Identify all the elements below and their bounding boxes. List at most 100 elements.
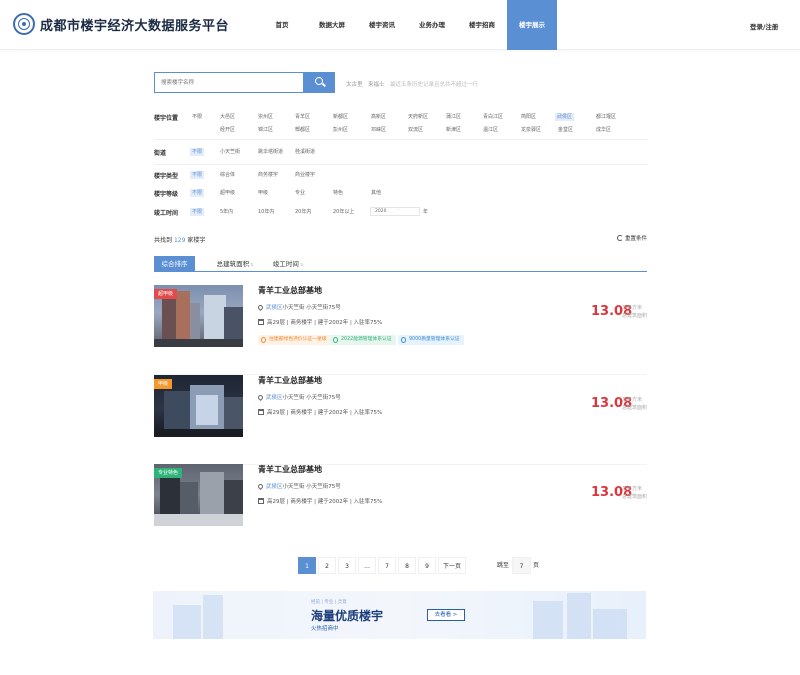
filter-option[interactable]: 小天竺街: [218, 148, 242, 156]
filter-option[interactable]: 其他: [369, 189, 383, 197]
grade-badge: 超甲级: [154, 289, 178, 299]
banner-cta-button[interactable]: 去看看 >: [427, 609, 465, 621]
hot-word[interactable]: 太古里: [346, 80, 363, 88]
filter-option[interactable]: 邛崃区: [369, 126, 388, 134]
jump-page-input[interactable]: 7: [512, 557, 531, 574]
building-address-text: 小天竺街 小天竺街75号: [282, 395, 341, 401]
search-input[interactable]: [155, 73, 304, 92]
next-page-button[interactable]: 下一页: [438, 557, 466, 574]
filter-option[interactable]: 天府新区: [406, 113, 430, 121]
filter-option[interactable]: 崇州区: [256, 113, 275, 121]
filter-option[interactable]: 青羊区: [293, 113, 312, 121]
building-icon: [258, 409, 264, 415]
building-card[interactable]: 超甲级 青羊工业总部基地 武侯区小天竺街 小天竺街75号 高29层 | 商务楼宇…: [154, 285, 647, 375]
filter-option[interactable]: 10年内: [256, 208, 276, 216]
search-history-hint: 最近五条历史记录且总共不超过一行: [390, 82, 479, 88]
building-photo[interactable]: 甲级: [154, 375, 243, 437]
filter-option-selected[interactable]: 不限: [190, 189, 205, 197]
nav-business[interactable]: 业务办理: [407, 0, 457, 50]
nav-home[interactable]: 首页: [257, 0, 307, 50]
filter-option[interactable]: 经开区: [218, 126, 237, 134]
filter-option[interactable]: 5年内: [218, 208, 235, 216]
page-button[interactable]: 7: [378, 557, 396, 574]
nav-investment[interactable]: 楼宇招商: [457, 0, 507, 50]
filter-option[interactable]: 特色: [331, 189, 345, 197]
sort-tab-default[interactable]: 综合排序: [154, 256, 195, 272]
page-button[interactable]: 3: [338, 557, 356, 574]
page-button-active[interactable]: 1: [298, 557, 316, 574]
filter-option[interactable]: 新都区: [331, 113, 350, 121]
filter-option-selected[interactable]: 不限: [190, 208, 205, 216]
filter-option[interactable]: 商务楼宇: [256, 171, 280, 179]
nav-news[interactable]: 楼宇资讯: [357, 0, 407, 50]
sort-tab-label: 总建筑面积: [216, 260, 250, 268]
filter-option[interactable]: 彭州区: [331, 126, 350, 134]
filter-option[interactable]: 综合体: [218, 171, 237, 179]
building-area-unit: 万平方米 总建筑面积: [622, 304, 647, 320]
filter-option[interactable]: 龙泉驿区: [519, 126, 543, 134]
filter-label-completion: 竣工时间: [154, 210, 179, 217]
location-pin-icon: [256, 393, 265, 402]
filter-option[interactable]: 不限: [190, 113, 204, 121]
filter-option[interactable]: 大邑区: [218, 113, 237, 121]
filter-option[interactable]: 金堂区: [556, 126, 575, 134]
filter-option[interactable]: 双流区: [406, 126, 425, 134]
filter-option[interactable]: 青白江区: [481, 113, 505, 121]
nav-data-screen[interactable]: 数据大屏: [307, 0, 357, 50]
building-area-unit-line: 万平方米: [622, 305, 643, 311]
search-button[interactable]: [303, 72, 335, 93]
filter-option-selected[interactable]: 不限: [190, 148, 205, 156]
reset-filters-button[interactable]: 重置条件: [617, 234, 647, 242]
filter-label-street: 街道: [154, 150, 167, 157]
sort-tab-area[interactable]: 总建筑面积⇅: [209, 256, 261, 272]
filter-option[interactable]: 成华区: [594, 126, 613, 134]
site-title[interactable]: 成都市楼宇经济大数据服务平台: [40, 15, 229, 34]
building-photo[interactable]: 专业特色: [154, 464, 243, 526]
main-nav: 首页 数据大屏 楼宇资讯 业务办理 楼宇招商 楼宇展示: [257, 0, 557, 50]
refresh-icon: [617, 235, 623, 241]
filter-option[interactable]: 简阳区: [519, 113, 538, 121]
nav-building-showcase[interactable]: 楼宇展示: [507, 0, 557, 50]
banner-tags: 经前 | 专业 | 灵意: [311, 600, 347, 605]
filter-option[interactable]: 桂溪街道: [293, 148, 317, 156]
filter-option-selected[interactable]: 武侯区: [555, 113, 575, 121]
building-card[interactable]: 甲级 青羊工业总部基地 武侯区小天竺街 小天竺街75号 高29层 | 商务楼宇 …: [154, 375, 647, 465]
result-count: 共找到 129 家楼宇: [154, 235, 205, 244]
filter-option[interactable]: 高新区: [369, 113, 388, 121]
filter-option[interactable]: 20年以上: [331, 208, 356, 216]
sort-tab-completion[interactable]: 竣工时间⇅: [268, 256, 308, 272]
filter-label-type: 楼宇类型: [154, 173, 179, 180]
building-card[interactable]: 专业特色 青羊工业总部基地 武侯区小天竺街 小天竺街75号 高29层 | 商务楼…: [154, 464, 647, 554]
building-name[interactable]: 青羊工业总部基地: [258, 464, 322, 475]
filter-option[interactable]: 专业: [293, 189, 307, 197]
location-pin-icon: [256, 482, 265, 491]
hot-word[interactable]: 来福士: [368, 80, 385, 88]
page-button[interactable]: 8: [398, 557, 416, 574]
building-details: 高29层 | 商务楼宇 | 建于2002年 | 入驻率75%: [258, 408, 382, 416]
filter-option[interactable]: 20年内: [293, 208, 313, 216]
grade-badge: 专业特色: [154, 468, 183, 478]
filter-option-selected[interactable]: 不限: [190, 171, 205, 179]
filter-option[interactable]: 郫都区: [293, 126, 312, 134]
filter-option[interactable]: 蒲江区: [444, 113, 463, 121]
promo-banner[interactable]: 经前 | 专业 | 灵意 海量优质楼宇 火热招商中 去看看 >: [153, 591, 646, 639]
page-button[interactable]: 2: [318, 557, 336, 574]
filter-option[interactable]: 都江堰区: [594, 113, 618, 121]
building-area-unit: 万平方米 总建筑面积: [622, 396, 647, 412]
building-district: 武侯区: [266, 484, 283, 490]
filter-option[interactable]: 甲级: [256, 189, 270, 197]
building-name[interactable]: 青羊工业总部基地: [258, 285, 322, 296]
certification-tag-text: 2022能源管理体系认证: [341, 337, 392, 342]
page-button[interactable]: 9: [418, 557, 436, 574]
year-range-input[interactable]: 2020: [370, 207, 420, 216]
login-register-link[interactable]: 登录/注册: [750, 21, 778, 31]
filter-option[interactable]: 新津区: [444, 126, 463, 134]
building-photo[interactable]: 超甲级: [154, 285, 243, 347]
filter-option[interactable]: 锦江区: [256, 126, 275, 134]
platform-logo-icon[interactable]: [13, 13, 35, 35]
filter-option[interactable]: 商业楼宇: [293, 171, 317, 179]
filter-option[interactable]: 跳伞塔街道: [256, 148, 285, 156]
building-name[interactable]: 青羊工业总部基地: [258, 375, 322, 386]
filter-option[interactable]: 温江区: [481, 126, 500, 134]
filter-option[interactable]: 超甲级: [218, 189, 237, 197]
